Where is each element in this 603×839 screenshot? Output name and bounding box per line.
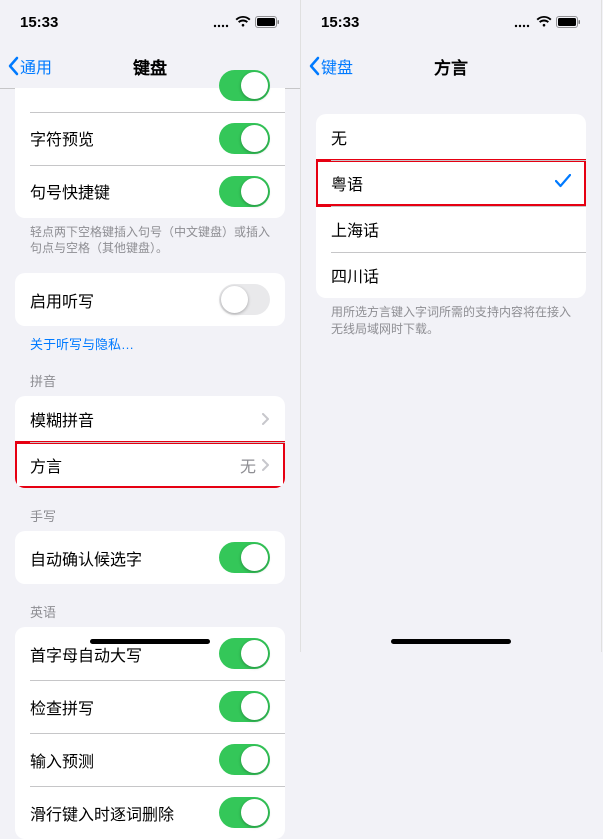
wifi-icon — [235, 16, 251, 28]
option-label: 四川话 — [331, 263, 379, 287]
cellular-icon — [213, 16, 231, 28]
wifi-icon — [536, 16, 552, 28]
group-footer: 轻点两下空格键插入句号（中文键盘）或插入句点与空格（其他键盘）。 — [0, 218, 300, 258]
battery-icon — [556, 16, 581, 28]
toggle-switch[interactable] — [219, 797, 270, 828]
toggle-switch[interactable] — [219, 176, 270, 207]
battery-icon — [255, 16, 280, 28]
setting-auto-confirm-candidate[interactable]: 自动确认候选字 — [15, 531, 285, 584]
back-label: 键盘 — [321, 54, 353, 78]
option-label: 无 — [331, 125, 347, 149]
dialect-option-none[interactable]: 无 — [316, 114, 586, 160]
home-indicator — [391, 639, 511, 644]
chevron-right-icon — [262, 413, 270, 425]
setting-slide-delete[interactable]: 滑行键入时逐词删除 — [15, 786, 285, 839]
cellular-icon — [514, 16, 532, 28]
option-label: 上海话 — [331, 217, 379, 241]
row-label: 方言 — [30, 453, 62, 477]
setting-auto-capitalize[interactable]: 首字母自动大写 — [15, 627, 285, 680]
back-button[interactable]: 键盘 — [309, 54, 353, 78]
row-label: 启用听写 — [30, 288, 94, 312]
toggle-switch[interactable] — [219, 70, 270, 101]
home-indicator — [90, 639, 210, 644]
setting-dialect[interactable]: 方言 无 — [15, 442, 285, 488]
row-label: 检查拼写 — [30, 695, 94, 719]
row-label: 句号快捷键 — [30, 179, 110, 203]
row-label: 滑行键入时逐词删除 — [30, 801, 174, 825]
dialect-footer: 用所选方言键入字词所需的支持内容将在接入无线局域网时下载。 — [301, 298, 601, 338]
row-label: 模糊拼音 — [30, 407, 94, 431]
option-label: 粤语 — [331, 171, 363, 195]
dialect-option-shanghainese[interactable]: 上海话 — [316, 206, 586, 252]
row-label: 首字母自动大写 — [30, 642, 142, 666]
toggle-switch[interactable] — [219, 123, 270, 154]
toggle-switch[interactable] — [219, 744, 270, 775]
dialect-option-cantonese[interactable]: 粤语 — [316, 160, 586, 206]
dictation-privacy-link[interactable]: 关于听写与隐私… — [0, 326, 300, 353]
setting-period-shortcut[interactable]: 句号快捷键 — [15, 165, 285, 218]
setting-row-partial[interactable] — [15, 59, 285, 112]
chevron-left-icon — [309, 56, 321, 76]
setting-check-spelling[interactable]: 检查拼写 — [15, 680, 285, 733]
toggle-switch[interactable] — [219, 542, 270, 573]
status-time: 15:33 — [20, 14, 58, 31]
page-title: 方言 — [434, 54, 468, 79]
toggle-switch[interactable] — [219, 638, 270, 669]
group-header-handwriting: 手写 — [0, 488, 300, 531]
setting-char-preview[interactable]: 字符预览 — [15, 112, 285, 165]
checkmark-icon — [555, 174, 571, 193]
chevron-right-icon — [262, 459, 270, 471]
setting-fuzzy-pinyin[interactable]: 模糊拼音 — [15, 396, 285, 442]
status-icons — [514, 16, 581, 28]
setting-predictive[interactable]: 输入预测 — [15, 733, 285, 786]
dialect-option-sichuanese[interactable]: 四川话 — [316, 252, 586, 298]
status-icons — [213, 16, 280, 28]
row-label: 输入预测 — [30, 748, 94, 772]
row-label: 字符预览 — [30, 126, 94, 150]
row-value: 无 — [240, 453, 262, 477]
toggle-switch[interactable] — [219, 284, 270, 315]
status-time: 15:33 — [321, 14, 359, 31]
group-header-english: 英语 — [0, 584, 300, 627]
group-header-pinyin: 拼音 — [0, 353, 300, 396]
toggle-switch[interactable] — [219, 691, 270, 722]
setting-enable-dictation[interactable]: 启用听写 — [15, 273, 285, 326]
row-label: 自动确认候选字 — [30, 546, 142, 570]
